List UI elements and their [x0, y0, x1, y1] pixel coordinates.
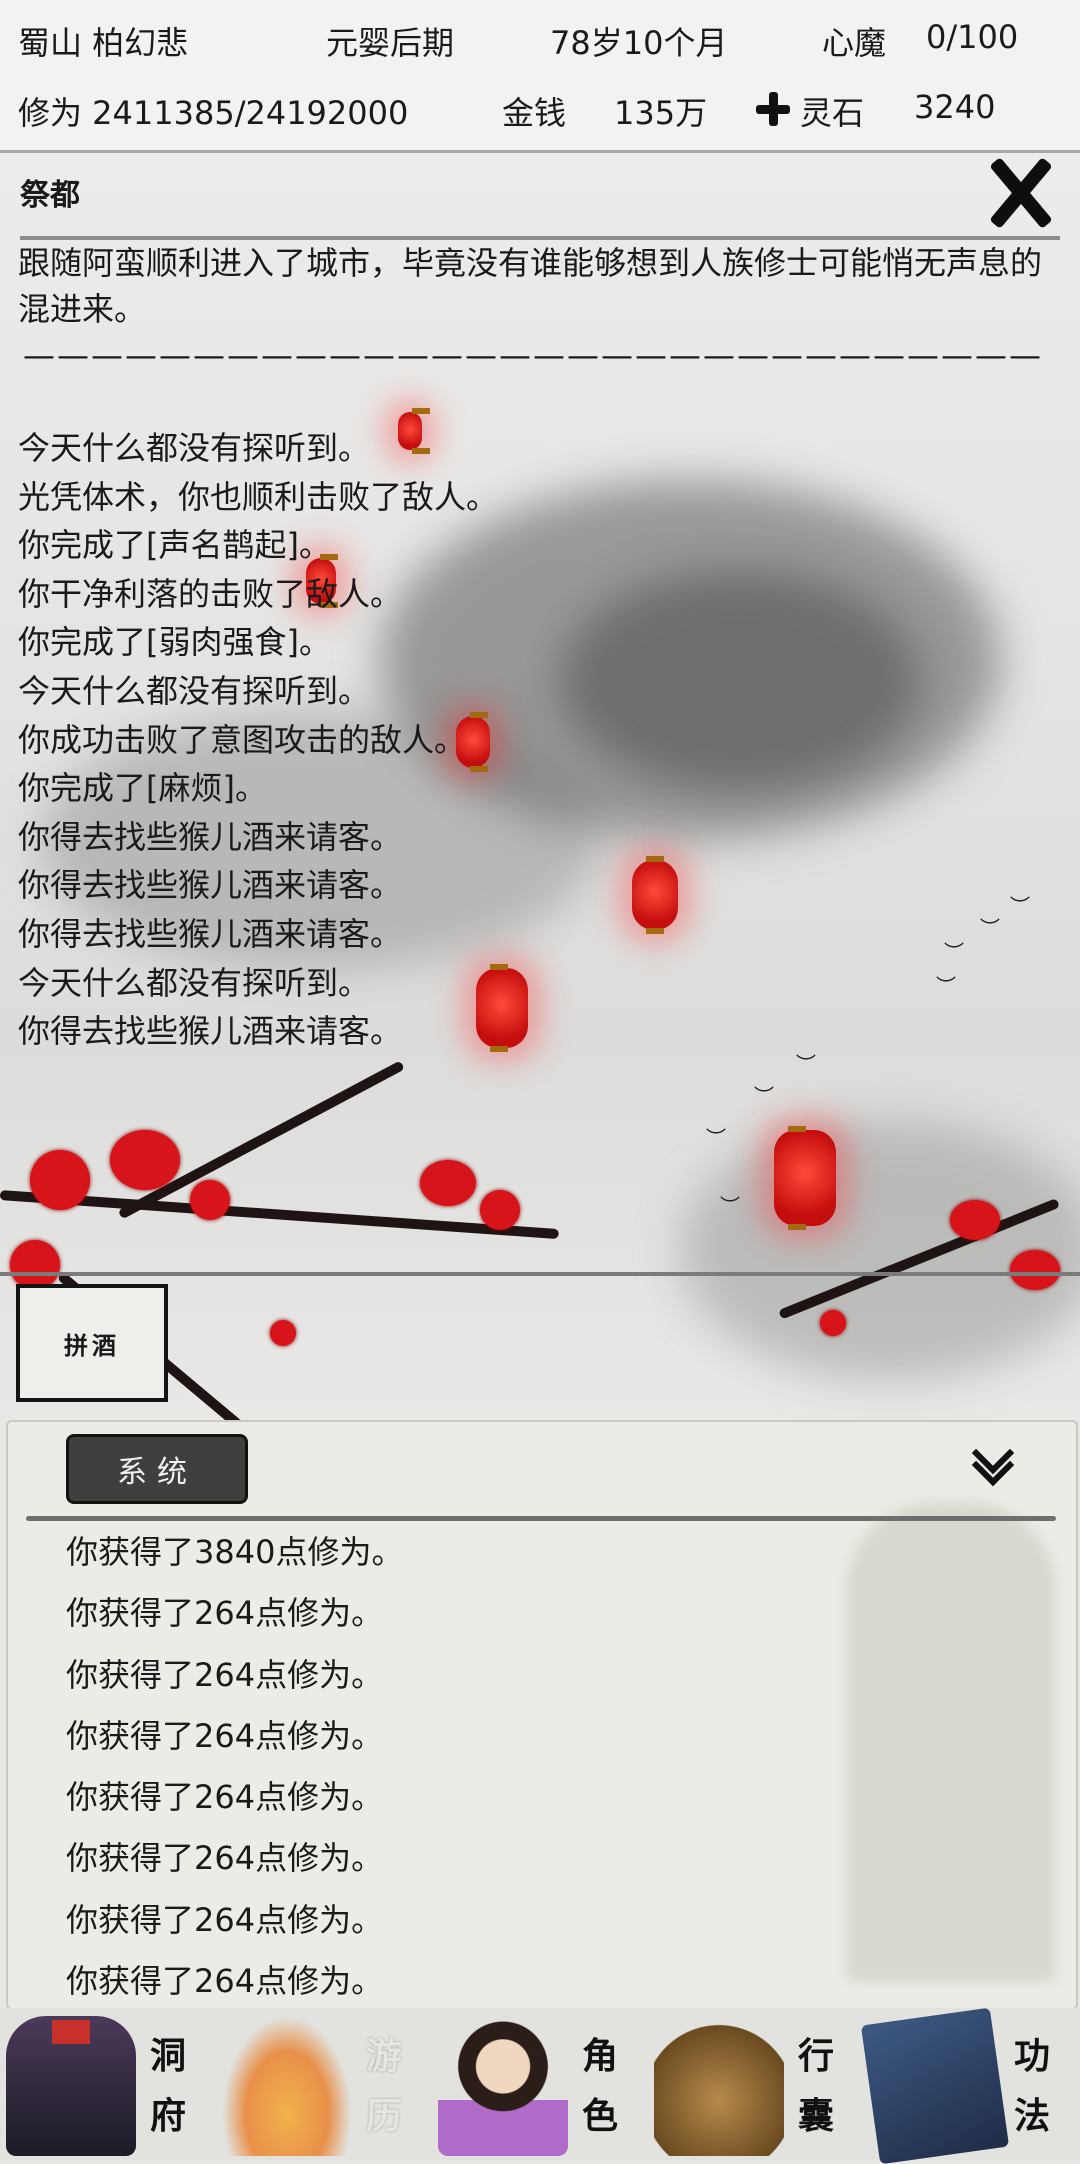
bag-icon	[654, 2016, 784, 2156]
plum-blossom	[10, 1240, 60, 1290]
list-item: 你得去找些猴儿酒来请客。	[18, 1012, 403, 1051]
event-list: 今天什么都没有探听到。 光凭体术，你也顺利击败了敌人。 你完成了[声名鹊起]。 …	[18, 424, 1048, 1056]
divider	[0, 1272, 1080, 1276]
drink-contest-button[interactable]: 拼酒	[16, 1284, 168, 1402]
age-value: 78岁10个月	[550, 24, 728, 62]
list-item: 你得去找些猴儿酒来请客。	[18, 817, 403, 856]
nav-bag[interactable]: 行囊	[648, 2008, 864, 2160]
list-item: 你获得了264点修为。	[66, 1839, 384, 1878]
nav-label: 行囊	[797, 2035, 834, 2137]
text-divider: ——————————————————————————————	[23, 336, 1043, 374]
plum-blossom	[190, 1180, 230, 1220]
bottom-nav: 洞府 游历 角色 行囊 功法	[0, 2007, 1080, 2164]
list-item: 你获得了264点修为。	[66, 1962, 384, 2001]
heart-demon-label: 心魔	[822, 24, 887, 62]
nav-label: 角色	[581, 2035, 618, 2137]
list-item: 你完成了[弱肉强食]。	[18, 623, 331, 662]
sect-and-name: 蜀山 柏幻悲	[18, 24, 189, 62]
ink-mountain	[680, 1120, 1080, 1380]
location-title: 祭都	[20, 178, 80, 213]
plum-blossom	[1010, 1250, 1060, 1290]
status-bar: 蜀山 柏幻悲 元婴后期 78岁10个月 心魔 0/100 修为 2411385/…	[0, 0, 1080, 153]
cultivation-realm: 元婴后期	[326, 24, 455, 62]
list-item: 你完成了[麻烦]。	[18, 769, 267, 808]
list-item: 你成功击败了意图攻击的敌人。	[18, 720, 467, 759]
nav-cave-house[interactable]: 洞府	[0, 2008, 216, 2160]
nav-travel[interactable]: 游历	[216, 2008, 432, 2160]
list-item: 你获得了3840点修为。	[66, 1533, 404, 1571]
nav-techniques[interactable]: 功法	[860, 2007, 1080, 2164]
system-panel: 系统 你获得了3840点修为。 你获得了264点修为。 你获得了264点修为。 …	[6, 1420, 1078, 2010]
cultivation-progress: 修为 2411385/24192000	[18, 94, 409, 132]
plum-blossom	[270, 1320, 296, 1346]
plum-blossom	[30, 1150, 90, 1210]
travel-icon	[222, 2016, 352, 2156]
list-item: 你得去找些猴儿酒来请客。	[18, 914, 403, 953]
nav-label: 洞府	[149, 2035, 186, 2137]
cave-house-icon	[6, 2016, 136, 2156]
spirit-stone-label: 灵石	[800, 94, 865, 132]
tab-system[interactable]: 系统	[66, 1434, 248, 1504]
location-intro: 跟随阿蛮顺利进入了城市，毕竟没有谁能够想到人族修士可能悄无声息的混进来。	[18, 244, 1043, 328]
list-item: 你获得了264点修为。	[66, 1655, 384, 1694]
system-log: 你获得了3840点修为。 你获得了264点修为。 你获得了264点修为。 你获得…	[66, 1522, 404, 2008]
nav-label: 功法	[1013, 2035, 1050, 2137]
character-icon	[438, 2016, 568, 2156]
plum-blossom	[110, 1130, 180, 1190]
chevron-double-down-icon[interactable]	[970, 1431, 1020, 1487]
spirit-stone-value: 3240	[914, 88, 996, 126]
lantern-icon	[774, 1126, 836, 1230]
close-icon[interactable]	[980, 150, 1060, 234]
list-item: 你获得了264点修为。	[66, 1716, 384, 1755]
bird-icon: ︶	[706, 1126, 726, 1150]
list-item: 你获得了264点修为。	[66, 1900, 384, 1939]
nav-character[interactable]: 角色	[432, 2008, 648, 2160]
bird-icon: ︶	[720, 1194, 740, 1218]
list-item: 你干净利落的击败了敌人。	[18, 574, 403, 613]
book-icon	[860, 2007, 1010, 2164]
list-item: 今天什么都没有探听到。	[18, 963, 371, 1002]
plus-icon[interactable]	[754, 90, 792, 128]
divider	[26, 1516, 1056, 1521]
nav-label: 游历	[365, 2035, 402, 2137]
plum-blossom	[950, 1200, 1000, 1240]
money-label: 金钱	[502, 94, 567, 132]
list-item: 今天什么都没有探听到。	[18, 429, 371, 467]
event-log: 跟随阿蛮顺利进入了城市，毕竟没有谁能够想到人族修士可能悄无声息的混进来。 ———…	[18, 240, 1048, 1056]
bird-icon: ︶	[754, 1084, 774, 1108]
heart-demon-value: 0/100	[926, 18, 1019, 56]
plum-blossom	[820, 1310, 846, 1336]
list-item: 你获得了264点修为。	[66, 1594, 384, 1633]
plum-blossom	[420, 1160, 476, 1206]
list-item: 今天什么都没有探听到。	[18, 671, 371, 710]
list-item: 光凭体术，你也顺利击败了敌人。	[18, 477, 499, 516]
list-item: 你完成了[声名鹊起]。	[18, 526, 331, 565]
plum-blossom	[480, 1190, 520, 1230]
list-item: 你获得了264点修为。	[66, 1778, 384, 1817]
money-value: 135万	[614, 94, 708, 132]
figure-silhouette	[846, 1502, 1056, 1982]
list-item: 你得去找些猴儿酒来请客。	[18, 866, 403, 905]
